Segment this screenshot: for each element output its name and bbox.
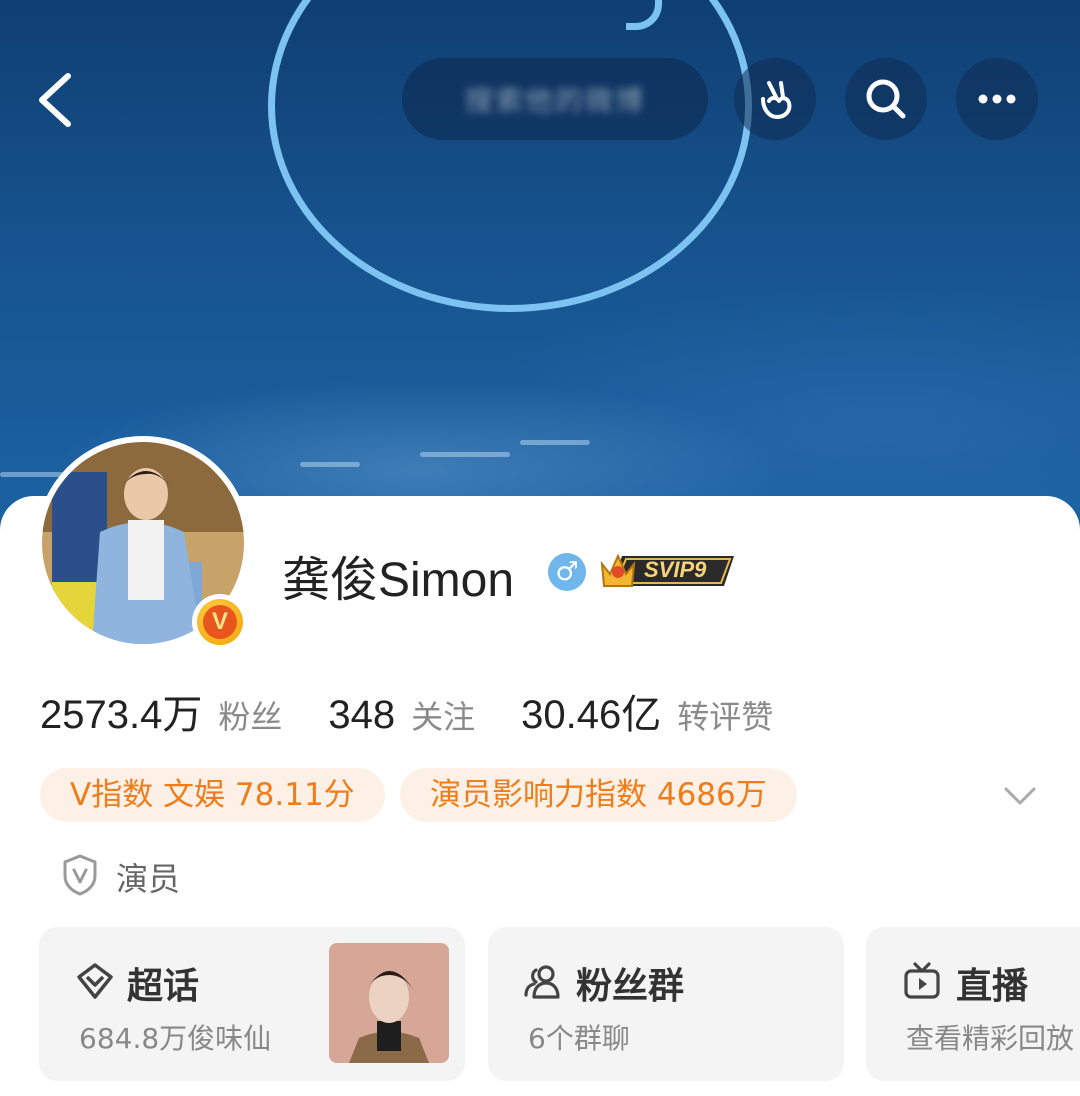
supertopic-subtitle: 684.8万俊味仙 [79,1022,272,1055]
profile-search-bar[interactable]: 搜索他的微博 [402,58,708,140]
svip-label: SVIP9 [644,557,707,582]
certification-label: 演员 [116,860,181,898]
interactions-count[interactable]: 30.46亿 [521,682,661,740]
more-icon [978,94,1016,104]
verified-shield-icon [62,854,98,896]
following-label[interactable]: 关注 [411,692,475,738]
verified-v-icon: V [203,605,237,639]
chevron-down-icon [1004,787,1036,805]
nudge-hand-icon [761,81,792,119]
back-button[interactable] [30,68,90,132]
interactions-label[interactable]: 转评赞 [677,692,773,738]
svip-badge[interactable]: SVIP9 [598,546,736,596]
profile-name: 龚俊Simon [282,554,515,607]
verified-badge: V [192,594,248,650]
search-button[interactable] [845,58,927,140]
fan-group-subtitle: 6个群聊 [528,1022,630,1055]
cloud-streak [520,440,590,445]
search-icon [866,79,906,119]
back-arrow-icon [39,73,71,127]
nudge-button[interactable] [734,58,816,140]
more-button[interactable] [956,58,1038,140]
followers-label[interactable]: 粉丝 [218,692,282,738]
live-tile[interactable]: 直播 查看精彩回放 [866,927,1080,1081]
following-count[interactable]: 348 [328,693,395,738]
fan-group-icon [524,965,560,999]
supertopic-title: 超话 [127,966,200,1007]
male-gender-icon: ♂ [548,553,586,591]
followers-count[interactable]: 2573.4万 [40,682,202,740]
cloud-streak [300,462,360,467]
cloud-streak [420,452,510,457]
tv-icon [904,962,940,999]
actor-influence-tag[interactable]: 演员影响力指数 4686万 [400,768,797,822]
v-index-tag[interactable]: V指数 文娱 78.11分 [40,768,385,822]
fan-group-tile[interactable]: 粉丝群 6个群聊 [488,927,844,1081]
live-subtitle: 查看精彩回放 [906,1022,1075,1055]
stats-row: 2573.4万 粉丝 348 关注 30.46亿 转评赞 [40,682,819,740]
live-title: 直播 [956,966,1029,1007]
supertopic-diamond-icon [77,963,113,999]
expand-button[interactable] [1000,776,1040,816]
supertopic-thumbnail [329,943,449,1063]
fan-group-title: 粉丝群 [576,966,685,1007]
search-placeholder: 搜索他的微博 [464,84,645,117]
supertopic-tile[interactable]: 超话 684.8万俊味仙 [39,927,465,1081]
